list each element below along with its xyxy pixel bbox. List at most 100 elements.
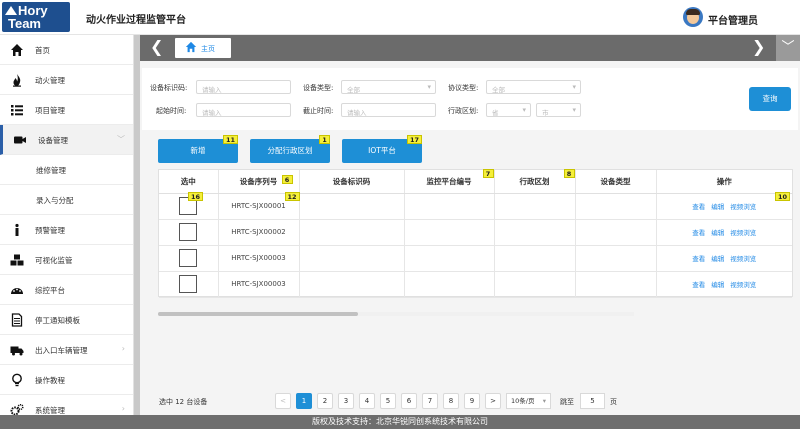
province-select[interactable]: 省 ▾ <box>486 103 531 117</box>
truck-icon <box>10 343 24 357</box>
device-id-placeholder: 请输入 <box>202 86 222 94</box>
actions-cell: 查看 编辑 视频浏览 <box>656 271 792 298</box>
device-type-label: 设备类型: <box>303 84 334 92</box>
video-link[interactable]: 视频浏览 <box>730 229 756 237</box>
device-type-select[interactable]: 全部 ▾ <box>341 80 436 94</box>
sidebar-item-stop-template[interactable]: 停工通知模板 <box>0 305 133 335</box>
row-checkbox[interactable] <box>179 249 198 267</box>
device-type-cell <box>575 219 657 246</box>
serial-text: HRTC-SJX00003 <box>231 280 286 288</box>
cubes-icon <box>10 253 24 267</box>
edit-link[interactable]: 编辑 <box>711 203 724 211</box>
row-checkbox[interactable] <box>179 275 198 293</box>
edit-link[interactable]: 编辑 <box>711 281 724 289</box>
home-icon <box>185 41 197 56</box>
column-header-platform-no: 监控平台编号 7 <box>404 169 495 194</box>
search-panel <box>142 68 798 130</box>
column-header-device-id: 设备标识码 <box>299 170 405 194</box>
page-7-button[interactable]: 7 <box>422 393 438 409</box>
query-button[interactable]: 查询 <box>749 87 791 111</box>
jump-label: 跳至 <box>560 398 574 406</box>
avatar-hair <box>686 9 700 15</box>
sidebar-item-home[interactable]: 首页 <box>0 35 133 65</box>
sidebar-item-alerts[interactable]: 预警管理 <box>0 215 133 245</box>
view-link[interactable]: 查看 <box>692 229 705 237</box>
mountain-icon <box>5 6 17 15</box>
view-link[interactable]: 查看 <box>692 203 705 211</box>
end-time-input[interactable]: 请输入 <box>341 103 436 117</box>
page-3-button[interactable]: 3 <box>338 393 354 409</box>
header-text: 操作 <box>716 176 732 186</box>
assign-region-button[interactable]: 分配行政区划 <box>250 139 330 163</box>
page-size-select[interactable]: 10条/页 ▾ <box>506 393 551 409</box>
page-9-button[interactable]: 9 <box>464 393 480 409</box>
device-table: 选中 设备序列号 6 设备标识码 监控平台编号 7 行政区划 8 设备类型 操作… <box>158 169 793 298</box>
protocol-value: 全部 <box>492 86 505 94</box>
header-text: 行政区划 <box>519 176 550 186</box>
sidebar-item-entry-assign[interactable]: 录入与分配 <box>0 185 133 215</box>
chevron-down-icon: ▾ <box>572 106 576 114</box>
table-row: 16 HRTC-SJX00001 12 查看 编辑 视频浏览 10 <box>159 191 792 220</box>
user-name[interactable]: 平台管理员 <box>708 12 758 27</box>
page-1-button[interactable]: 1 <box>296 393 312 409</box>
app-header: Hory Team 动火作业过程监管平台 平台管理员 <box>0 0 800 35</box>
region-label: 行政区划: <box>448 107 479 115</box>
prev-page-button[interactable]: < <box>275 393 291 409</box>
chevron-left-icon[interactable]: ❮ <box>150 38 163 56</box>
view-link[interactable]: 查看 <box>692 281 705 289</box>
chevron-down-icon: ▾ <box>522 106 526 114</box>
row-checkbox[interactable] <box>179 223 198 241</box>
video-link[interactable]: 视频浏览 <box>730 281 756 289</box>
header-text: 设备序列号 <box>239 176 278 186</box>
sidebar-item-system[interactable]: 系统管理 › <box>0 395 133 415</box>
marker-badge: 17 <box>407 135 423 144</box>
sidebar-item-visual[interactable]: 可视化监管 <box>0 245 133 275</box>
page-4-button[interactable]: 4 <box>359 393 375 409</box>
page-8-button[interactable]: 8 <box>443 393 459 409</box>
tab-home[interactable]: 主页 <box>175 38 231 58</box>
page-5-button[interactable]: 5 <box>380 393 396 409</box>
end-time-label: 截止时间: <box>303 107 334 115</box>
avatar[interactable] <box>683 7 703 27</box>
sidebar-item-projects[interactable]: 项目管理 <box>0 95 133 125</box>
sidebar-item-hot-work[interactable]: 动火管理 <box>0 65 133 95</box>
device-id-input[interactable]: 请输入 <box>196 80 291 94</box>
serial-text: HRTC-SJX00003 <box>231 254 286 262</box>
chevron-down-icon[interactable]: ﹀ <box>776 35 800 61</box>
document-icon <box>10 313 24 327</box>
city-select[interactable]: 市 ▾ <box>536 103 581 117</box>
tab-home-label: 主页 <box>201 45 215 53</box>
page-size-value: 10条/页 <box>511 397 535 405</box>
app-title: 动火作业过程监管平台 <box>86 15 186 26</box>
device-type-cell <box>575 245 657 272</box>
column-header-device-type: 设备类型 <box>575 170 657 194</box>
page-6-button[interactable]: 6 <box>401 393 417 409</box>
sidebar-item-label: 录入与分配 <box>36 196 74 205</box>
header-text: 设备标识码 <box>332 176 371 186</box>
sidebar-item-maintenance[interactable]: 维修管理 <box>0 155 133 185</box>
jump-page-input[interactable]: 5 <box>580 393 605 409</box>
next-page-button[interactable]: > <box>485 393 501 409</box>
platform-no-cell <box>404 245 495 272</box>
view-link[interactable]: 查看 <box>692 255 705 263</box>
protocol-select[interactable]: 全部 ▾ <box>486 80 581 94</box>
sidebar-item-label: 预警管理 <box>35 226 65 235</box>
fire-icon <box>10 73 24 87</box>
actions-cell: 查看 编辑 视频浏览 10 <box>656 191 792 220</box>
brand-logo[interactable]: Hory Team <box>2 2 70 32</box>
video-link[interactable]: 视频浏览 <box>730 255 756 263</box>
sidebar-item-vehicles[interactable]: 出入口车辆管理 › <box>0 335 133 365</box>
sidebar-item-control[interactable]: 综控平台 <box>0 275 133 305</box>
edit-link[interactable]: 编辑 <box>711 229 724 237</box>
select-cell <box>159 271 219 298</box>
sidebar-item-devices[interactable]: 设备管理 ﹀ <box>0 125 133 155</box>
table-hscroll-thumb[interactable] <box>158 312 358 316</box>
footer-copyright: 版权及技术支持：北京华锐同创系统技术有限公司 <box>0 415 800 429</box>
sidebar-item-tutorial[interactable]: 操作教程 <box>0 365 133 395</box>
chevron-right-icon[interactable]: ❯ <box>752 38 765 56</box>
dashboard-icon <box>10 283 24 297</box>
page-2-button[interactable]: 2 <box>317 393 333 409</box>
video-link[interactable]: 视频浏览 <box>730 203 756 211</box>
edit-link[interactable]: 编辑 <box>711 255 724 263</box>
start-time-input[interactable]: 请输入 <box>196 103 291 117</box>
